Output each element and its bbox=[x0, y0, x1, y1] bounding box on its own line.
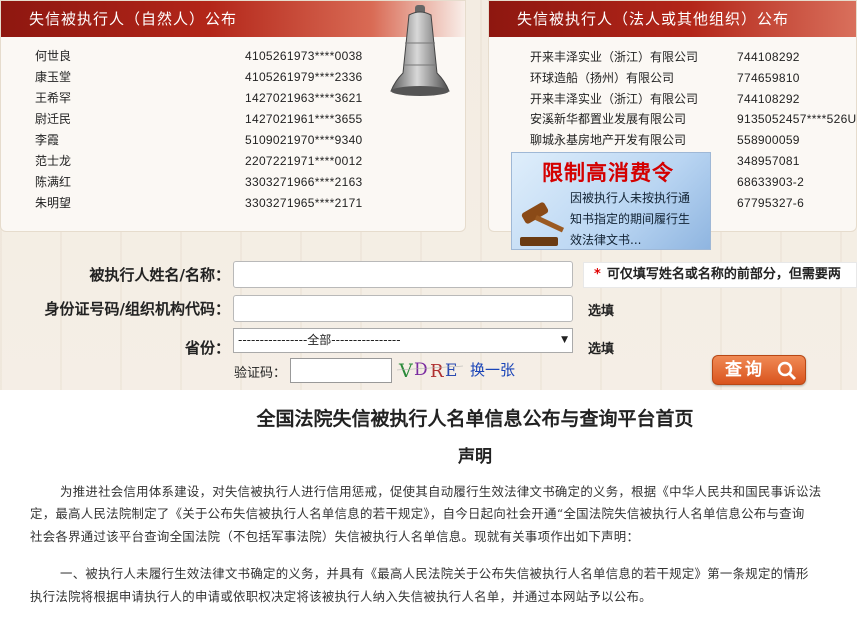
captcha-char-2: D bbox=[414, 360, 428, 380]
list-item-code: 348957081 bbox=[737, 154, 800, 168]
legal-entity-panel-title: 失信被执行人（法人或其他组织）公布 bbox=[489, 1, 856, 37]
banner-line-3: 效法律文书... bbox=[570, 233, 642, 247]
query-button[interactable]: 查询 bbox=[712, 355, 806, 385]
province-label: 省份： bbox=[184, 339, 230, 357]
list-item-code: 4105261973****0038 bbox=[245, 49, 363, 63]
list-item-code: 774659810 bbox=[737, 71, 800, 85]
captcha-char-1: V bbox=[398, 360, 413, 382]
paragraph-line-5: 执行法院将根据申请执行人的申请或依职权决定将该被执行人纳入失信被执行人名单，并通… bbox=[30, 589, 652, 604]
list-item-code: 744108292 bbox=[737, 92, 800, 106]
consumption-restriction-banner[interactable]: 限制高消费令 因被执行人未按执行通 知书指定的期间履行生 效法律文书... bbox=[511, 152, 711, 250]
captcha-input[interactable] bbox=[290, 358, 392, 383]
id-hint: 选填 bbox=[588, 304, 615, 319]
list-item-code: 1427021961****3655 bbox=[245, 112, 363, 126]
list-item-code: 68633903-2 bbox=[737, 175, 805, 189]
list-item-name[interactable]: 范士龙 bbox=[35, 151, 71, 172]
list-item-code: 3303271965****2171 bbox=[245, 196, 363, 210]
list-item-code: 3303271966****2163 bbox=[245, 175, 363, 189]
search-icon bbox=[777, 361, 797, 381]
paragraph-line-1: 为推进社会信用体系建设，对失信被执行人进行信用惩戒，促使其自动履行生效法律文书确… bbox=[60, 484, 822, 499]
list-item-name[interactable]: 开来丰泽实业（浙江）有限公司 bbox=[530, 47, 698, 68]
province-select-value: ----------------全部---------------- bbox=[238, 333, 401, 347]
list-item-code: 5109021970****9340 bbox=[245, 133, 363, 147]
list-item-name[interactable]: 环球造船（扬州）有限公司 bbox=[530, 68, 674, 89]
id-label: 身份证号码/组织机构代码： bbox=[44, 300, 230, 318]
list-item-name[interactable]: 安溪新华都置业发展有限公司 bbox=[530, 109, 686, 130]
captcha-char-3: R bbox=[430, 361, 444, 382]
captcha-label: 验证码： bbox=[234, 366, 287, 381]
paragraph-line-2: 定，最高人民法院制定了《关于公布失信被执行人名单信息的若干规定》，自今日起向社会… bbox=[30, 506, 805, 521]
list-item-name[interactable]: 何世良 bbox=[35, 47, 71, 67]
paragraph-line-3: 社会各界通过该平台查询全国法院（不包括军事法院）失信被执行人名单信息。现就有关事… bbox=[30, 529, 640, 544]
banner-title: 限制高消费令 bbox=[542, 160, 674, 185]
list-item-code: 558900059 bbox=[737, 133, 800, 147]
name-label: 被执行人姓名/名称： bbox=[89, 266, 230, 284]
name-input[interactable] bbox=[233, 261, 573, 288]
banner-line-1: 因被执行人未按执行通 bbox=[570, 191, 691, 205]
list-item-name[interactable]: 朱明望 bbox=[35, 193, 71, 214]
required-star-icon: * bbox=[594, 267, 601, 282]
list-item-code: 4105261979****2336 bbox=[245, 70, 363, 84]
list-item-name[interactable]: 李霞 bbox=[35, 130, 59, 151]
list-item-code: 744108292 bbox=[737, 50, 800, 64]
list-item-name[interactable]: 陈满红 bbox=[35, 172, 71, 193]
announcement-section: 全国法院失信被执行人名单信息公布与查询平台首页 声明 为推进社会信用体系建设，对… bbox=[0, 390, 857, 622]
list-item-name[interactable]: 康玉堂 bbox=[35, 67, 71, 88]
natural-person-panel: 失信被执行人（自然人）公布 何世良 4105261973****0038 康玉堂 41… bbox=[0, 0, 466, 232]
province-hint: 选填 bbox=[588, 342, 615, 357]
name-note-text: 可仅填写姓名或名称的前部分，但需要两 bbox=[606, 267, 841, 282]
list-item-name[interactable]: 王希罕 bbox=[35, 88, 71, 109]
bell-icon bbox=[390, 5, 450, 96]
gavel-icon bbox=[520, 202, 565, 246]
list-item-code: 9135052457****526U bbox=[737, 112, 856, 126]
refresh-captcha-link[interactable]: 换一张 bbox=[470, 359, 515, 380]
page-title: 全国法院失信被执行人名单信息公布与查询平台首页 bbox=[256, 408, 694, 430]
province-select[interactable]: ----------------全部---------------- ▼ bbox=[233, 328, 573, 353]
paragraph-line-4: 一、被执行人未履行生效法律文书确定的义务，并具有《最高人民法院关于公布失信被执行… bbox=[60, 566, 809, 581]
name-note: * 可仅填写姓名或名称的前部分，但需要两 bbox=[583, 262, 857, 288]
statement-heading: 声明 bbox=[458, 447, 492, 467]
list-item-code: 67795327-6 bbox=[737, 196, 805, 210]
id-input[interactable] bbox=[233, 295, 573, 322]
chevron-down-icon: ▼ bbox=[561, 335, 568, 345]
banner-line-2: 知书指定的期间履行生 bbox=[570, 212, 691, 226]
list-item-name[interactable]: 开来丰泽实业（浙江）有限公司 bbox=[530, 89, 698, 110]
list-item-name[interactable]: 聊城永基房地产开发有限公司 bbox=[530, 130, 686, 151]
list-item-code: 2207221971****0012 bbox=[245, 154, 363, 168]
captcha-char-4: E bbox=[445, 361, 457, 381]
query-button-label: 查询 bbox=[725, 360, 765, 380]
list-item-name[interactable]: 尉迁民 bbox=[35, 109, 71, 130]
captcha-image[interactable]: V D R E bbox=[397, 356, 463, 382]
list-item-code: 1427021963****3621 bbox=[245, 91, 363, 105]
